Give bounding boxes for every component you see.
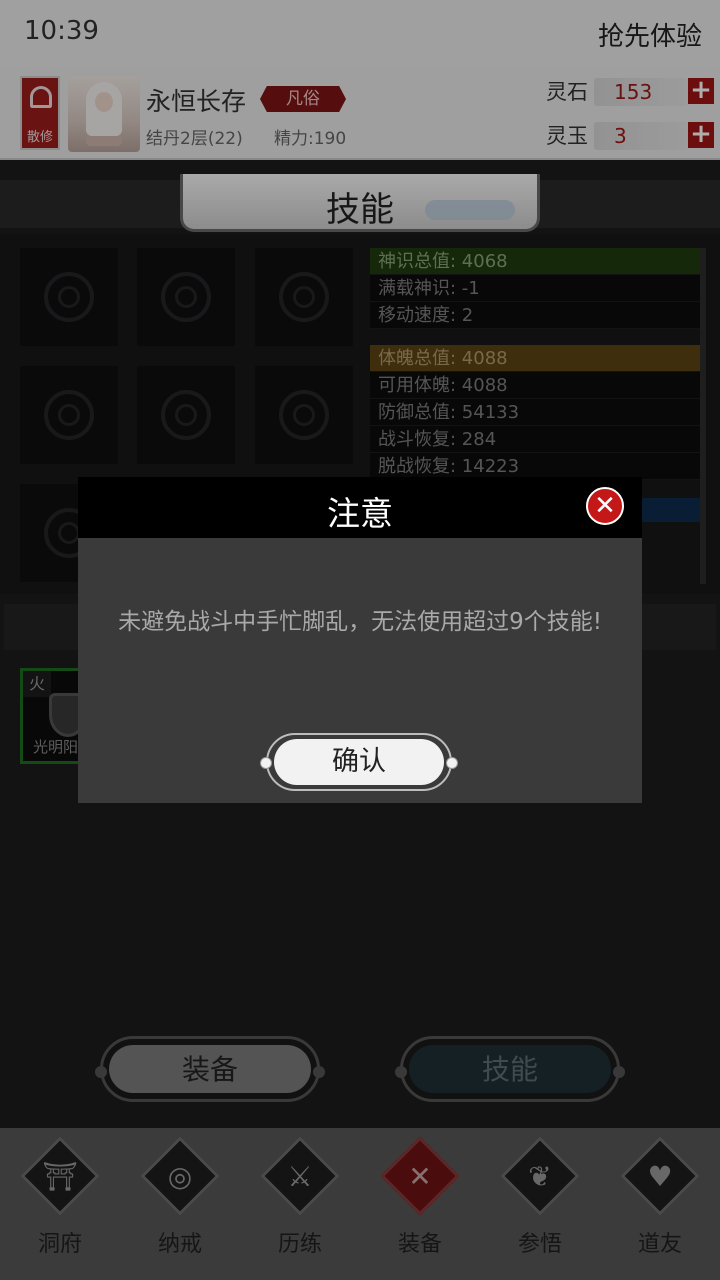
alert-dialog: 注意 ✕ 未避免战斗中手忙脚乱，无法使用超过9个技能! 确认 — [78, 477, 642, 803]
close-icon[interactable]: ✕ — [586, 487, 624, 525]
dialog-message: 未避免战斗中手忙脚乱，无法使用超过9个技能! — [118, 609, 602, 635]
dialog-header: 注意 ✕ — [78, 477, 642, 538]
confirm-button[interactable]: 确认 — [260, 733, 458, 791]
dialog-title: 注意 — [327, 494, 393, 533]
confirm-label: 确认 — [274, 739, 444, 785]
